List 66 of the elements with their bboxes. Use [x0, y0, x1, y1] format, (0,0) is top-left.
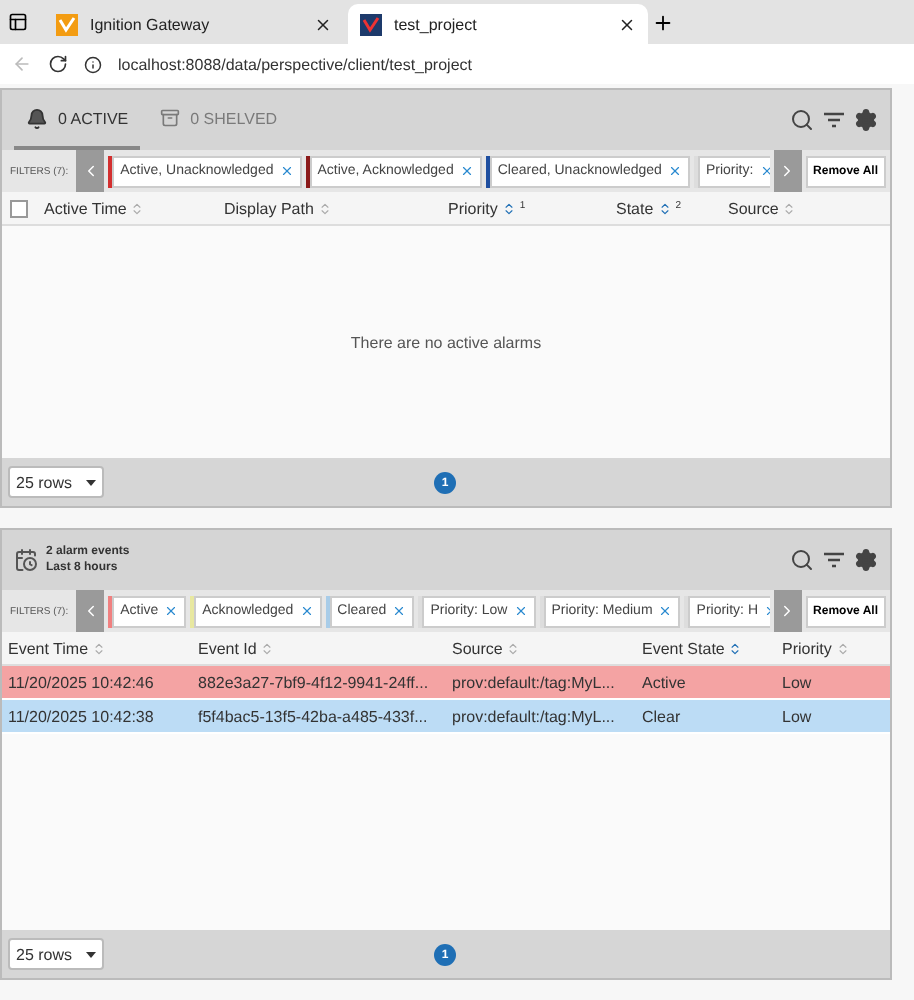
tabs-icon[interactable] [8, 12, 28, 32]
reload-icon[interactable] [48, 54, 68, 74]
table-cell-text: prov:default:/tag:MyL... [450, 673, 617, 691]
tab-title: Ignition Gateway [90, 15, 212, 33]
sort-icon[interactable] [130, 201, 145, 215]
scroll-right-button[interactable] [773, 150, 802, 192]
table-cell-text: Low [780, 673, 814, 691]
search-icon[interactable] [790, 108, 814, 132]
filter-icon[interactable] [822, 550, 846, 570]
info-icon[interactable] [84, 55, 102, 73]
column-header[interactable]: Event State [642, 639, 725, 657]
caret-icon [86, 479, 96, 485]
logo-icon [56, 13, 78, 35]
settings-icon[interactable] [854, 108, 878, 132]
empty-message: There are no active alarms [350, 333, 542, 351]
rows-dropdown[interactable]: 25 rows [8, 466, 104, 498]
sort-icon[interactable] [317, 201, 332, 215]
column-header[interactable]: Priority [782, 639, 832, 657]
settings-icon[interactable] [854, 548, 878, 572]
back-icon[interactable] [12, 54, 32, 74]
table-row[interactable]: 11/20/2025 10:42:46 882e3a27-7bf9-4f12-9941-24ff... prov:default:/tag:MyL... Active Low [2, 666, 890, 700]
column-header[interactable]: Source [728, 199, 779, 217]
table-cell-text: prov:default:/tag:MyL... [450, 707, 617, 725]
table-row[interactable]: 11/20/2025 10:42:38 f5f4bac5-13f5-42ba-a485-433f... prov:default:/tag:MyL... Clear Low [2, 700, 890, 734]
table-cell-text: f5f4bac5-13f5-42ba-a485-433f... [196, 707, 430, 725]
table-cell-text: 11/20/2025 10:42:38 [6, 707, 156, 725]
sort-icon[interactable] [260, 641, 275, 655]
table-cell-text: Clear [640, 707, 683, 725]
column-header[interactable]: Source [452, 639, 503, 657]
sort-icon[interactable] [657, 201, 672, 215]
close-icon[interactable] [618, 15, 636, 33]
filter-icon[interactable] [822, 110, 846, 130]
table-cell-text: Low [780, 707, 814, 725]
table-cell-text: 11/20/2025 10:42:46 [6, 673, 156, 691]
new-tab-icon[interactable] [652, 11, 674, 33]
logo-icon [360, 13, 382, 35]
column-header[interactable]: Event Time [8, 639, 89, 657]
column-header[interactable]: Active Time [44, 199, 127, 217]
tab-title: test_project [394, 15, 479, 33]
caret-icon [86, 951, 96, 957]
table-cell-text: Active [640, 673, 688, 691]
column-header[interactable]: Priority [448, 199, 498, 217]
archive-icon [160, 108, 181, 128]
sort-icon[interactable] [92, 641, 107, 655]
table-cell-text: 882e3a27-7bf9-4f12-9941-24ff... [196, 673, 431, 691]
sort-icon[interactable] [782, 201, 797, 215]
rows-dropdown[interactable]: 25 rows [8, 938, 104, 970]
search-icon[interactable] [790, 548, 814, 572]
url-text[interactable]: localhost:8088/data/perspective/client/test_project [118, 55, 472, 73]
checkbox[interactable] [10, 199, 28, 217]
calendar-icon [14, 548, 38, 572]
column-header[interactable]: Display Path [224, 199, 314, 217]
close-icon[interactable] [314, 15, 332, 33]
browser-tab[interactable]: Ignition Gateway [44, 4, 344, 44]
sort-icon[interactable] [835, 641, 850, 655]
address-bar[interactable]: localhost:8088/data/perspective/client/test_project [0, 44, 914, 84]
column-header[interactable]: Event Id [198, 639, 257, 657]
column-header[interactable]: State [616, 199, 654, 217]
sort-icon[interactable] [728, 641, 743, 655]
bell-icon [26, 107, 48, 129]
scroll-left-button[interactable] [76, 590, 105, 632]
sort-icon[interactable] [506, 641, 521, 655]
scroll-right-button[interactable] [773, 590, 802, 632]
browser-tab[interactable]: test_project [348, 4, 648, 44]
sort-icon[interactable] [501, 201, 516, 215]
scroll-left-button[interactable] [76, 150, 105, 192]
